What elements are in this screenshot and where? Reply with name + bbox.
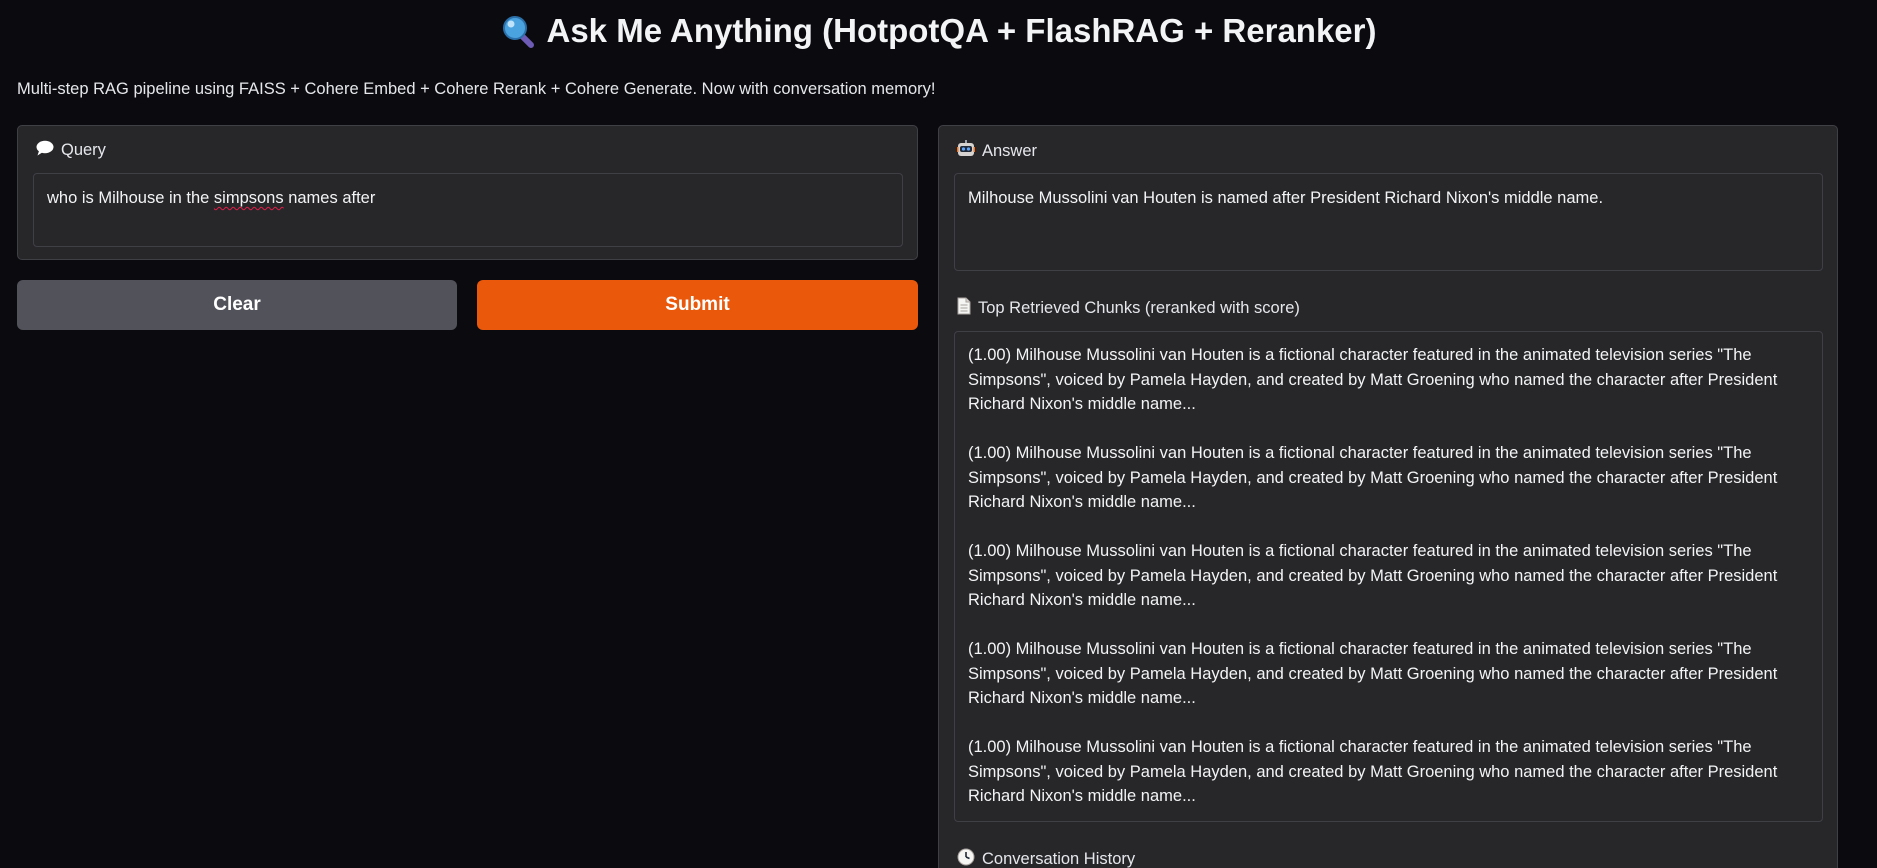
magnifier-icon xyxy=(501,14,535,48)
chunks-output[interactable]: (1.00) Milhouse Mussolini van Houten is … xyxy=(954,331,1823,822)
query-label-text: Query xyxy=(61,141,106,159)
query-input[interactable]: who is Milhouse in the simpsons names af… xyxy=(33,173,903,247)
chunk-item: (1.00) Milhouse Mussolini van Houten is … xyxy=(968,346,1778,413)
robot-icon xyxy=(957,140,975,163)
answer-label: Answer xyxy=(957,140,1037,163)
page-title: Ask Me Anything (HotpotQA + FlashRAG + R… xyxy=(0,12,1877,50)
answer-text: Milhouse Mussolini van Houten is named a… xyxy=(968,189,1604,207)
chunks-label-text: Top Retrieved Chunks (reranked with scor… xyxy=(978,299,1300,317)
chunk-item: (1.00) Milhouse Mussolini van Houten is … xyxy=(968,542,1778,609)
chunk-item: (1.00) Milhouse Mussolini van Houten is … xyxy=(968,640,1778,707)
clear-button[interactable]: Clear xyxy=(17,280,457,330)
chunks-label: Top Retrieved Chunks (reranked with scor… xyxy=(957,297,1300,320)
history-label: Conversation History xyxy=(957,848,1135,868)
output-panel: Answer Milhouse Mussolini van Houten is … xyxy=(938,125,1838,868)
history-label-text: Conversation History xyxy=(982,850,1136,868)
query-text-part: names after xyxy=(283,189,376,207)
query-label: Query xyxy=(36,140,106,161)
page-subtitle: Multi-step RAG pipeline using FAISS + Co… xyxy=(17,80,936,98)
speech-bubble-icon xyxy=(36,140,54,161)
app-root: Ask Me Anything (HotpotQA + FlashRAG + R… xyxy=(0,0,1877,868)
chunk-item: (1.00) Milhouse Mussolini van Houten is … xyxy=(968,444,1778,511)
answer-label-text: Answer xyxy=(982,142,1038,160)
clock-icon xyxy=(957,848,975,868)
answer-output[interactable]: Milhouse Mussolini van Houten is named a… xyxy=(954,173,1823,271)
page-icon xyxy=(957,297,971,320)
query-panel: Query who is Milhouse in the simpsons na… xyxy=(17,125,918,260)
submit-button[interactable]: Submit xyxy=(477,280,918,330)
chunk-item: (1.00) Milhouse Mussolini van Houten is … xyxy=(968,738,1778,805)
query-text-part: who is Milhouse in the xyxy=(47,189,214,207)
page-title-text: Ask Me Anything (HotpotQA + FlashRAG + R… xyxy=(546,12,1377,49)
misspelled-word: simpsons xyxy=(213,189,284,207)
